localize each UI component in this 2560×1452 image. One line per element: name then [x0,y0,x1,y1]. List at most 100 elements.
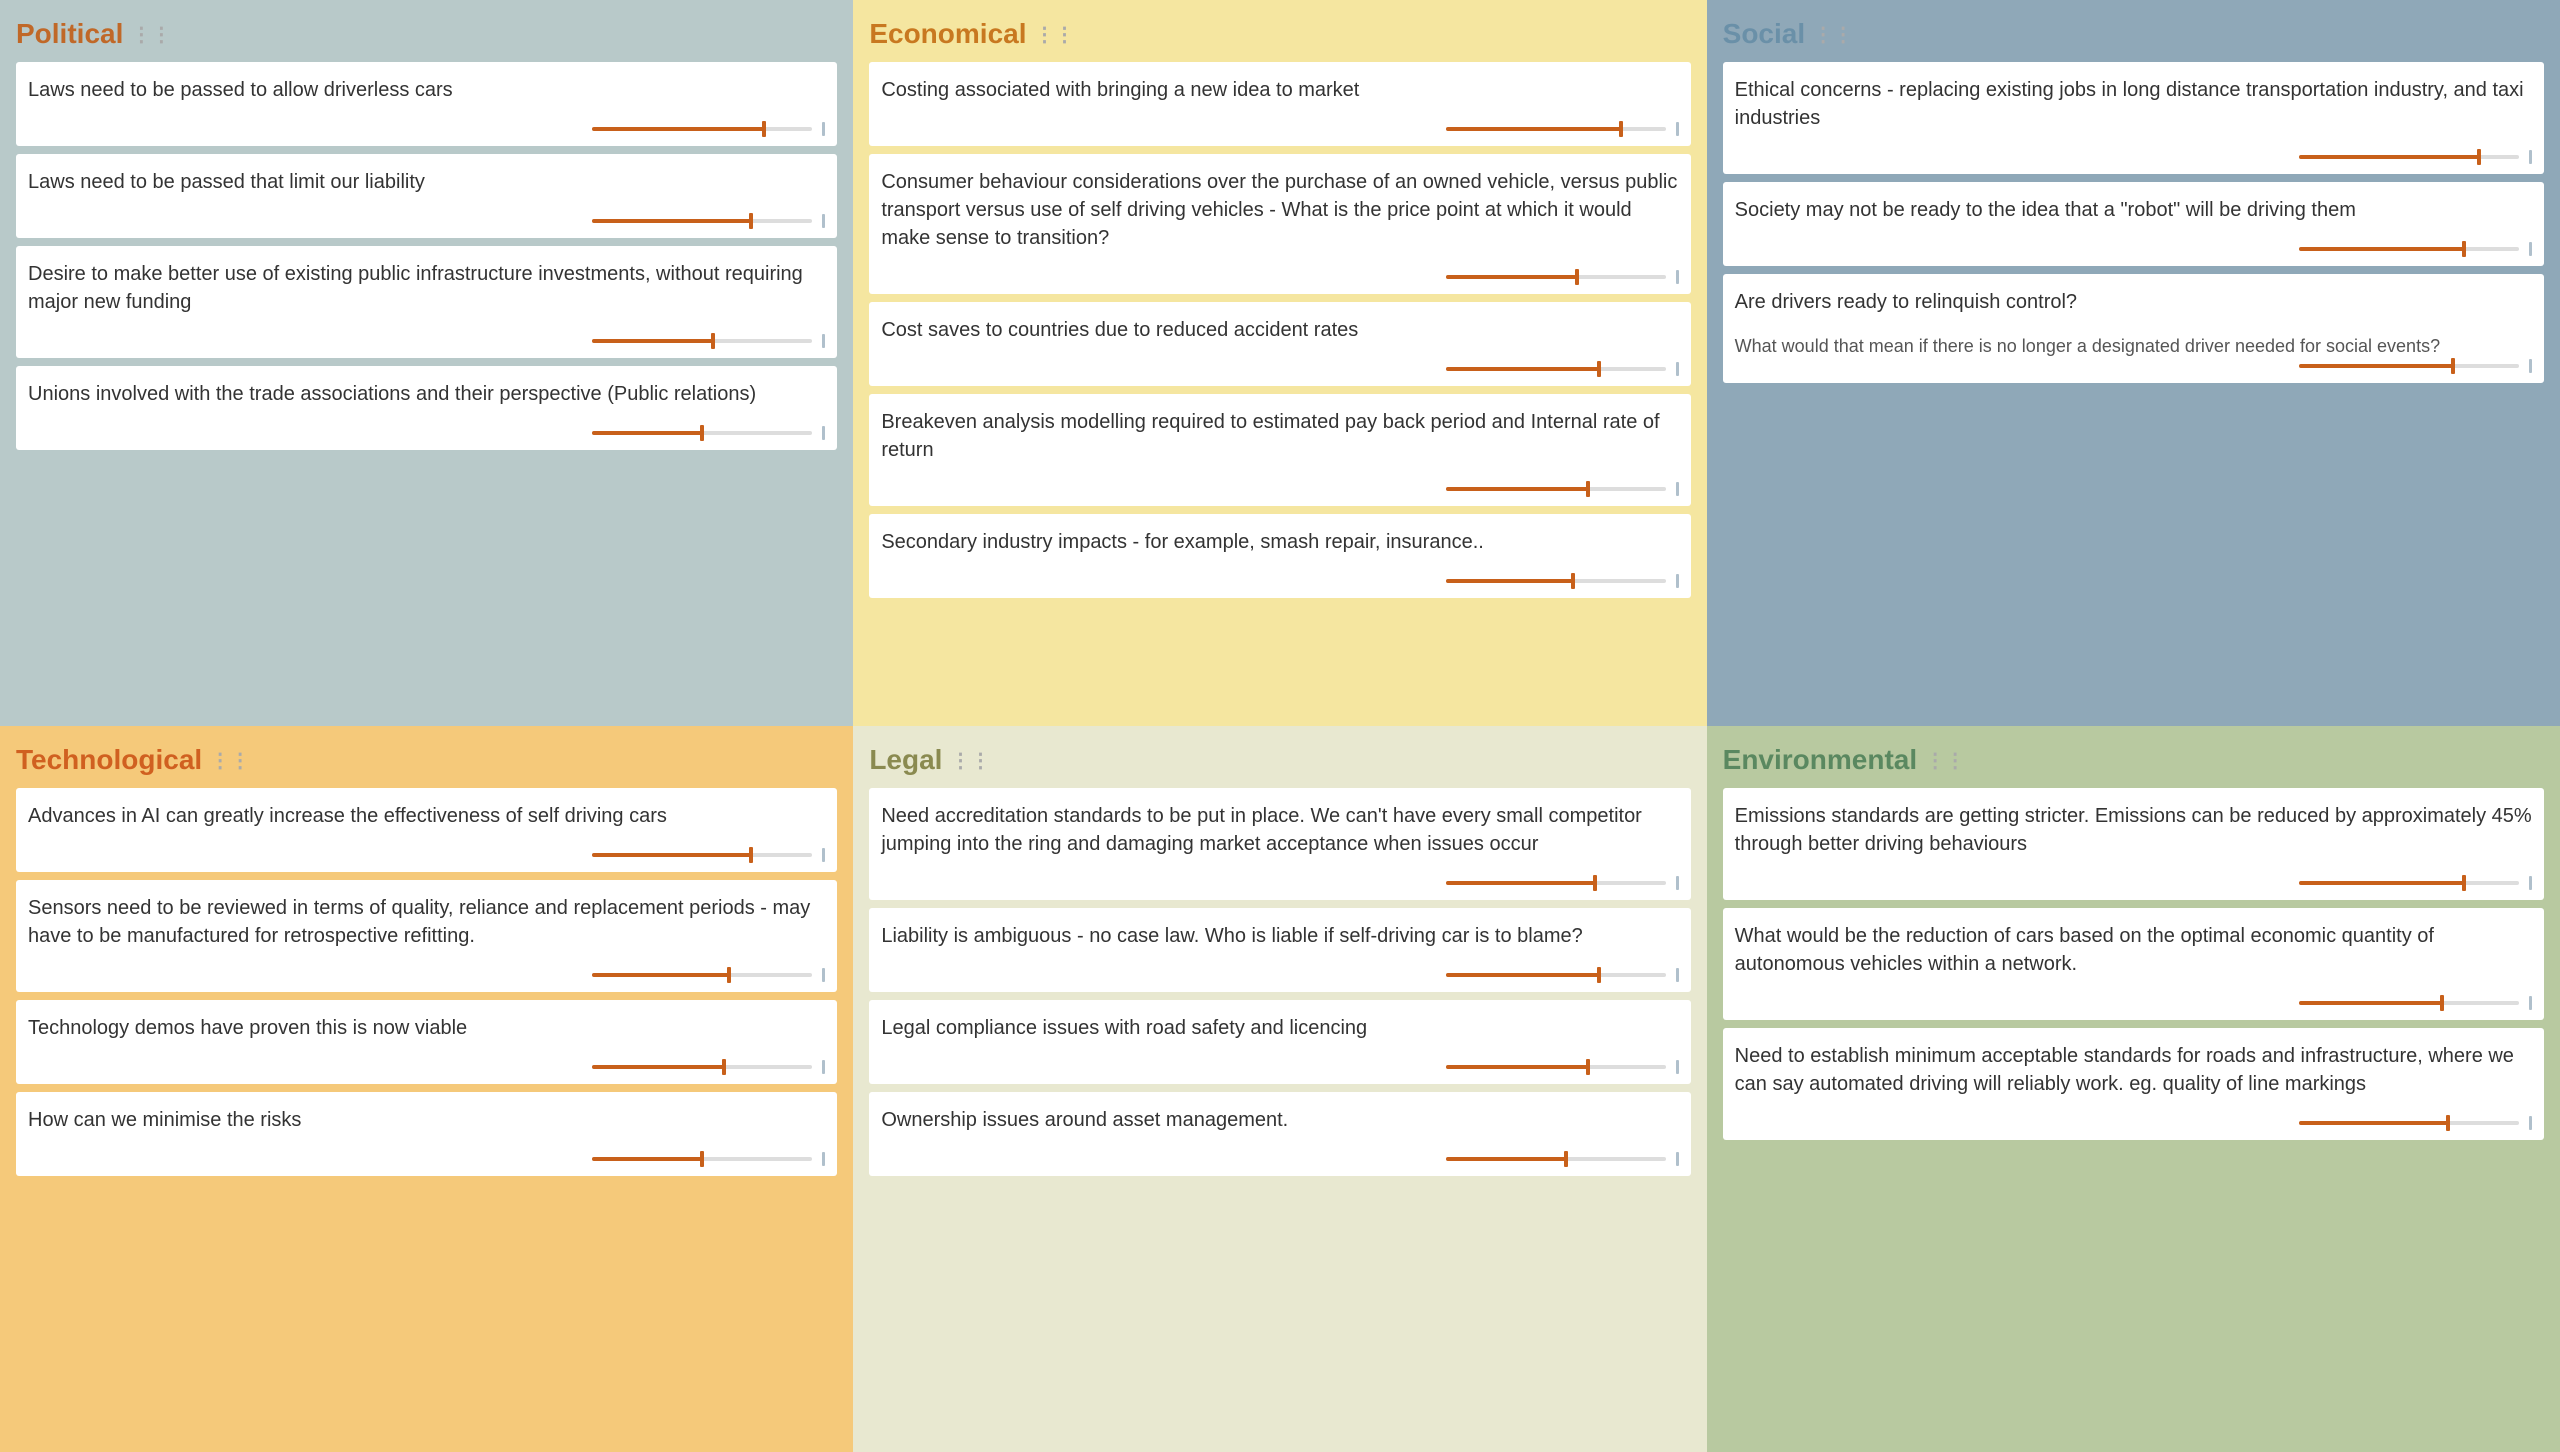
drag-icon[interactable]: ⋮⋮ [210,748,250,773]
card[interactable]: Desire to make better use of existing pu… [16,246,837,358]
card[interactable]: Laws need to be passed that limit our li… [16,154,837,238]
slider-thumb[interactable] [1597,361,1601,377]
drag-icon[interactable]: ⋮⋮ [131,22,171,47]
drag-icon[interactable]: ⋮⋮ [1035,22,1075,47]
slider-fill [2299,1001,2442,1005]
slider-thumb[interactable] [2477,149,2481,165]
drag-icon[interactable]: ⋮⋮ [1925,748,1965,773]
card-footer [881,270,1678,284]
slider-track[interactable] [592,853,812,857]
slider-thumb[interactable] [2446,1115,2450,1131]
card-footer [1735,1116,2532,1130]
slider-thumb[interactable] [2440,995,2444,1011]
card[interactable]: Emissions standards are getting stricter… [1723,788,2544,900]
card-footer [881,876,1678,890]
slider-thumb[interactable] [1593,875,1597,891]
slider-track[interactable] [592,1065,812,1069]
card-text: Society may not be ready to the idea tha… [1735,196,2532,224]
card-footer [1735,359,2532,373]
slider-track[interactable] [1446,1157,1666,1161]
slider-track[interactable] [592,973,812,977]
card[interactable]: What would be the reduction of cars base… [1723,908,2544,1020]
slider-thumb[interactable] [711,333,715,349]
card[interactable]: Consumer behaviour considerations over t… [869,154,1690,294]
card-text: Are drivers ready to relinquish control? [1735,288,2532,316]
card[interactable]: Liability is ambiguous - no case law. Wh… [869,908,1690,992]
slider-thumb[interactable] [722,1059,726,1075]
slider-thumb[interactable] [2462,875,2466,891]
slider-thumb[interactable] [1619,121,1623,137]
slider-thumb[interactable] [700,425,704,441]
slider-thumb[interactable] [1597,967,1601,983]
drag-icon[interactable]: ⋮⋮ [950,748,990,773]
slider-track[interactable] [1446,579,1666,583]
slider-track[interactable] [2299,1121,2519,1125]
section-title-economical: Economical⋮⋮ [869,18,1690,50]
card[interactable]: Advances in AI can greatly increase the … [16,788,837,872]
slider-thumb[interactable] [1564,1151,1568,1167]
slider-fill [1446,367,1600,371]
card-footer [28,122,825,136]
slider-fill [592,973,728,977]
slider-thumb[interactable] [1586,1059,1590,1075]
card-text: Legal compliance issues with road safety… [881,1014,1678,1042]
card-footer [28,1060,825,1074]
slider-end-marker [822,214,825,228]
card[interactable]: Ownership issues around asset management… [869,1092,1690,1176]
drag-icon[interactable]: ⋮⋮ [1813,22,1853,47]
slider-thumb[interactable] [749,847,753,863]
slider-thumb[interactable] [1586,481,1590,497]
slider-track[interactable] [592,1157,812,1161]
card-footer [28,426,825,440]
card-text: Costing associated with bringing a new i… [881,76,1678,104]
slider-thumb[interactable] [762,121,766,137]
card[interactable]: How can we minimise the risks [16,1092,837,1176]
slider-thumb[interactable] [727,967,731,983]
card[interactable]: Need to establish minimum acceptable sta… [1723,1028,2544,1140]
card[interactable]: Costing associated with bringing a new i… [869,62,1690,146]
slider-track[interactable] [592,219,812,223]
card[interactable]: Legal compliance issues with road safety… [869,1000,1690,1084]
card[interactable]: Technology demos have proven this is now… [16,1000,837,1084]
card[interactable]: Need accreditation standards to be put i… [869,788,1690,900]
slider-track[interactable] [1446,275,1666,279]
slider-thumb[interactable] [1575,269,1579,285]
card[interactable]: Secondary industry impacts - for example… [869,514,1690,598]
card-text: Ownership issues around asset management… [881,1106,1678,1134]
slider-end-marker [822,968,825,982]
slider-track[interactable] [2299,364,2519,368]
slider-track[interactable] [2299,155,2519,159]
slider-track[interactable] [2299,247,2519,251]
card[interactable]: Cost saves to countries due to reduced a… [869,302,1690,386]
slider-thumb[interactable] [749,213,753,229]
slider-track[interactable] [1446,973,1666,977]
slider-thumb[interactable] [2462,241,2466,257]
card[interactable]: Laws need to be passed to allow driverle… [16,62,837,146]
slider-track[interactable] [1446,487,1666,491]
slider-track[interactable] [592,127,812,131]
slider-track[interactable] [2299,881,2519,885]
card-text: Advances in AI can greatly increase the … [28,802,825,830]
slider-track[interactable] [592,431,812,435]
card[interactable]: Sensors need to be reviewed in terms of … [16,880,837,992]
slider-thumb[interactable] [1571,573,1575,589]
section-title-social: Social⋮⋮ [1723,18,2544,50]
slider-track[interactable] [1446,127,1666,131]
card[interactable]: Are drivers ready to relinquish control?… [1723,274,2544,383]
card[interactable]: Ethical concerns - replacing existing jo… [1723,62,2544,174]
slider-track[interactable] [1446,367,1666,371]
slider-track[interactable] [1446,1065,1666,1069]
slider-thumb[interactable] [2451,358,2455,374]
card-text: Ethical concerns - replacing existing jo… [1735,76,2532,132]
card-text: Consumer behaviour considerations over t… [881,168,1678,252]
card[interactable]: Unions involved with the trade associati… [16,366,837,450]
slider-end-marker [822,334,825,348]
slider-end-marker [1676,270,1679,284]
card[interactable]: Breakeven analysis modelling required to… [869,394,1690,506]
slider-track[interactable] [1446,881,1666,885]
card[interactable]: Society may not be ready to the idea tha… [1723,182,2544,266]
slider-thumb[interactable] [700,1151,704,1167]
slider-track[interactable] [2299,1001,2519,1005]
card-footer [881,574,1678,588]
slider-track[interactable] [592,339,812,343]
